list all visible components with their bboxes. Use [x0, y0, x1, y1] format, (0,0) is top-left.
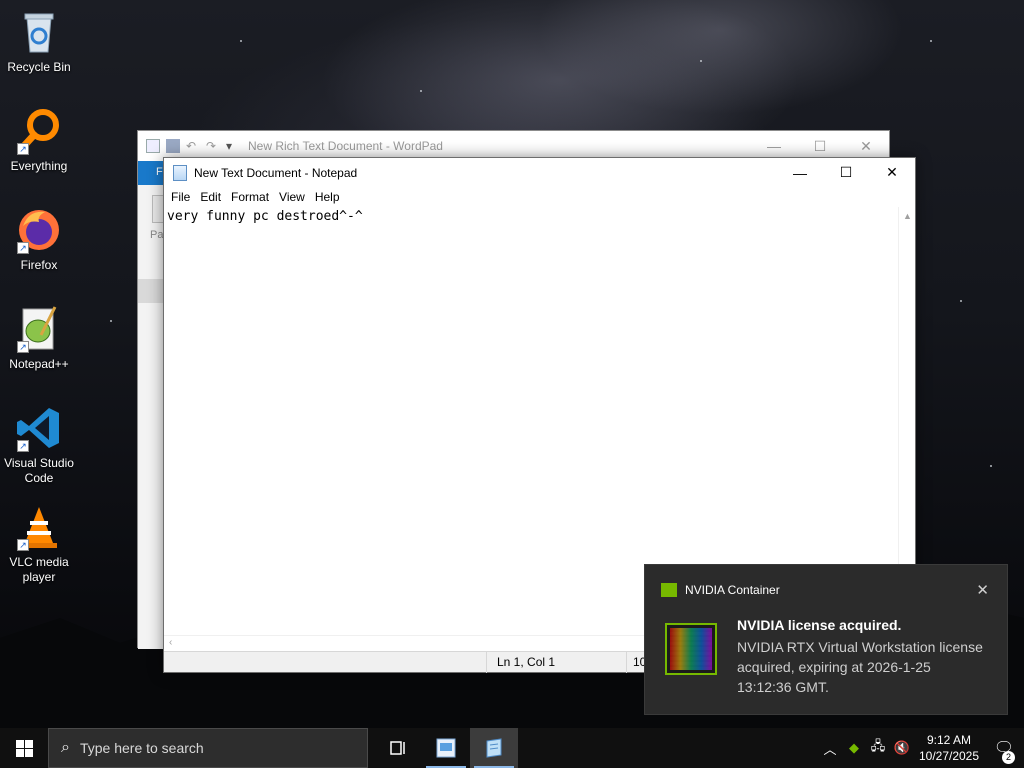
toast-body: NVIDIA RTX Virtual Workstation license a…: [737, 639, 983, 695]
clock-date: 10/27/2025: [918, 749, 980, 763]
network-icon[interactable]: 🖧: [866, 737, 890, 759]
system-tray: ︿ ◆ 🖧 🔇 9:12 AM 10/27/2025 🗨 2: [818, 728, 1024, 768]
nvidia-logo-icon: [661, 583, 677, 597]
desktop-icon-label: Notepad++: [9, 357, 69, 371]
notepad-title: New Text Document - Notepad: [194, 165, 358, 180]
toast-app-name: NVIDIA Container: [685, 583, 780, 597]
desktop-icon-label: Recycle Bin: [7, 60, 71, 74]
undo-icon[interactable]: ↶: [186, 139, 200, 153]
search-placeholder: Type here to search: [79, 740, 204, 756]
shortcut-arrow-icon: ↗: [17, 440, 29, 452]
toast-title: NVIDIA license acquired.: [737, 617, 902, 633]
taskbar-search-box[interactable]: ⌕ Type here to search: [48, 728, 368, 768]
vlc-cone-icon: ↗: [15, 503, 63, 551]
shortcut-arrow-icon: ↗: [17, 143, 29, 155]
volume-muted-icon[interactable]: 🔇: [890, 740, 914, 756]
wordpad-app-icon: [146, 139, 160, 153]
taskbar: ⌕ Type here to search ︿ ◆ 🖧 🔇 9:12 AM 10…: [0, 728, 1024, 768]
nvidia-tray-icon[interactable]: ◆: [842, 740, 866, 756]
wordpad-title: New Rich Text Document - WordPad: [248, 139, 443, 153]
shortcut-arrow-icon: ↗: [17, 242, 29, 254]
wordpad-file-tab[interactable]: F: [138, 161, 165, 185]
wordpad-ruler: [138, 279, 165, 303]
wordpad-close-button[interactable]: ✕: [843, 138, 889, 155]
menu-view[interactable]: View: [274, 190, 310, 204]
taskbar-wordpad-button[interactable]: [422, 728, 470, 768]
desktop-icon-vlc[interactable]: ↗ VLC media player: [2, 503, 76, 585]
notepad-menubar: File Edit Format View Help: [164, 187, 915, 207]
task-view-icon: [390, 741, 405, 755]
wordpad-maximize-button[interactable]: ☐: [797, 138, 843, 155]
menu-file[interactable]: File: [166, 190, 195, 204]
taskbar-clock[interactable]: 9:12 AM 10/27/2025: [914, 732, 984, 764]
menu-help[interactable]: Help: [310, 190, 345, 204]
star-decoration: [930, 40, 932, 42]
desktop-icon-recycle-bin[interactable]: Recycle Bin: [2, 8, 76, 75]
notepad-maximize-button[interactable]: ☐: [823, 158, 869, 187]
notepad-plus-plus-icon: ↗: [15, 305, 63, 353]
star-decoration: [240, 40, 242, 42]
nvidia-toast-notification[interactable]: NVIDIA Container ✕ NVIDIA license acquir…: [644, 564, 1008, 715]
desktop-icon-notepad-plus-plus[interactable]: ↗ Notepad++: [2, 305, 76, 372]
task-view-button[interactable]: [374, 728, 422, 768]
desktop-icon-firefox[interactable]: ↗ Firefox: [2, 206, 76, 273]
scroll-left-arrow-icon[interactable]: ‹: [169, 637, 172, 648]
wordpad-ribbon-edge: Pa: [138, 185, 165, 649]
desktop-icon-everything[interactable]: ↗ Everything: [2, 107, 76, 174]
menu-edit[interactable]: Edit: [195, 190, 226, 204]
notepad-taskbar-icon: [486, 738, 502, 758]
star-decoration: [990, 465, 992, 467]
desktop-icon-vscode[interactable]: ↗ Visual Studio Code: [2, 404, 76, 486]
paste-label: Pa: [150, 229, 164, 241]
desktop-icon-label: Firefox: [20, 258, 58, 272]
search-icon: ⌕: [61, 739, 70, 756]
start-button[interactable]: [0, 728, 48, 768]
wordpad-taskbar-icon: [436, 738, 456, 758]
scroll-up-arrow-icon[interactable]: ▲: [903, 211, 912, 221]
nvidia-chip-icon: [665, 623, 717, 675]
everything-magnifier-icon: ↗: [15, 107, 63, 155]
notepad-minimize-button[interactable]: —: [777, 158, 823, 187]
menu-format[interactable]: Format: [226, 190, 274, 204]
notepad-app-icon: [173, 164, 187, 181]
taskbar-notepad-button[interactable]: [470, 728, 518, 768]
star-decoration: [110, 320, 112, 322]
desktop-icon-label: Visual Studio Code: [4, 456, 74, 485]
windows-logo-icon: [15, 739, 33, 757]
clock-time: 9:12 AM: [926, 733, 972, 747]
save-icon[interactable]: [166, 139, 180, 153]
action-center-button[interactable]: 🗨 2: [984, 738, 1024, 764]
notepad-titlebar[interactable]: New Text Document - Notepad — ☐ ✕: [164, 158, 915, 187]
toast-close-button[interactable]: ✕: [976, 581, 989, 599]
desktop-icon-label: VLC media player: [9, 555, 69, 584]
shortcut-arrow-icon: ↗: [17, 539, 29, 551]
redo-icon[interactable]: ↷: [206, 139, 220, 153]
notification-count-badge: 2: [1002, 751, 1015, 764]
desktop-icon-label: Everything: [10, 159, 68, 173]
customize-quick-access-icon[interactable]: ▾: [226, 139, 240, 153]
firefox-icon: ↗: [15, 206, 63, 254]
notepad-close-button[interactable]: ✕: [869, 158, 915, 187]
star-decoration: [420, 90, 422, 92]
vscode-icon: ↗: [15, 404, 63, 452]
star-decoration: [700, 60, 702, 62]
wordpad-minimize-button[interactable]: —: [751, 138, 797, 155]
status-cursor-position: Ln 1, Col 1: [486, 652, 626, 673]
show-hidden-icons-chevron-icon[interactable]: ︿: [818, 739, 842, 758]
recycle-bin-icon: [15, 8, 63, 56]
star-decoration: [960, 300, 962, 302]
toast-header: NVIDIA Container: [661, 583, 780, 597]
shortcut-arrow-icon: ↗: [17, 341, 29, 353]
